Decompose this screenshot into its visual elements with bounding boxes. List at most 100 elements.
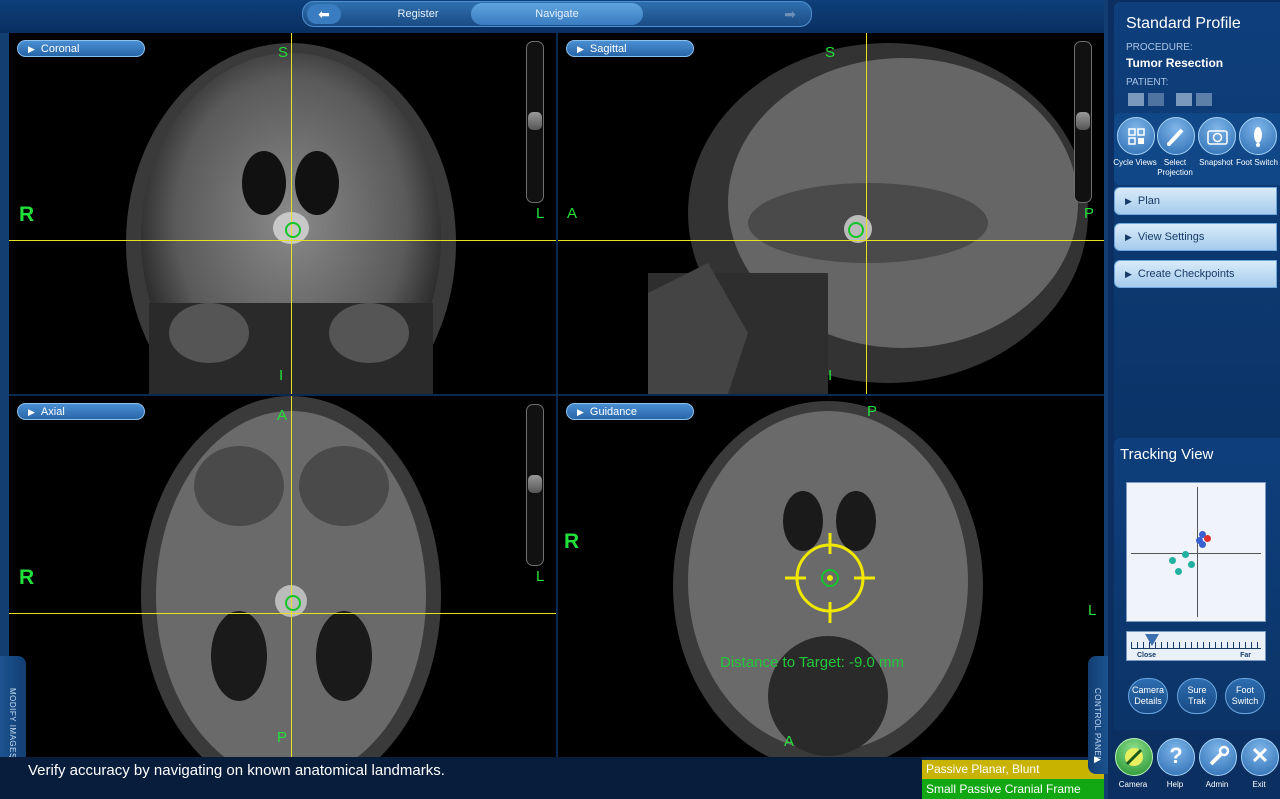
patient-label: PATIENT: [1126, 77, 1169, 88]
snapshot-button[interactable] [1198, 117, 1236, 155]
axial-viewport[interactable]: ▶ Axial A P R L [9, 396, 556, 757]
slice-slider-knob[interactable] [528, 475, 542, 493]
status-bar: Verify accuracy by navigating on known a… [0, 757, 922, 799]
slice-slider[interactable] [526, 41, 544, 203]
reference-frame-status: Small Passive Cranial Frame [922, 779, 1105, 799]
distance-to-target: Distance to Target: -9.0 mm [720, 654, 904, 671]
plan-label: Plan [1137, 195, 1160, 207]
view-settings-accordion[interactable]: ▶ View Settings [1114, 223, 1277, 251]
slice-slider[interactable] [1074, 41, 1092, 203]
pen-icon [1167, 128, 1184, 146]
guidance-view-button[interactable]: ▶ Guidance [566, 403, 694, 420]
scale-close-label: Close [1137, 652, 1157, 659]
profile-section: Standard Profile PROCEDURE: Tumor Resect… [1114, 2, 1280, 438]
marker-dot [1204, 535, 1211, 542]
top-nav-bar: ⬅ Register Navigate ➡ [0, 0, 1105, 33]
play-triangle-icon: ▶ [577, 44, 584, 54]
left-edge-strip [0, 33, 9, 757]
orientation-left: R [564, 530, 580, 553]
sure-trak-button[interactable]: Sure Trak [1177, 678, 1217, 714]
orientation-bottom: A [784, 733, 795, 750]
wrench-icon [1209, 745, 1230, 766]
orientation-right: L [536, 568, 545, 585]
marker-dot [1169, 557, 1176, 564]
control-panel-label: CONTROL PANEL [1093, 688, 1102, 762]
admin-button[interactable] [1199, 738, 1237, 776]
status-message: Verify accuracy by navigating on known a… [28, 762, 445, 779]
orientation-left: A [567, 205, 578, 222]
control-panel-tab[interactable]: CONTROL PANEL ▶ [1088, 656, 1108, 774]
view-settings-label: View Settings [1137, 231, 1205, 243]
select-projection-button[interactable] [1157, 117, 1195, 155]
plan-accordion[interactable]: ▶ Plan [1114, 187, 1277, 215]
create-checkpoints-label: Create Checkpoints [1137, 268, 1235, 280]
exit-label: Exit [1252, 780, 1266, 789]
foot-switch-tracking-button[interactable]: Foot Switch [1225, 678, 1265, 714]
coronal-view-button[interactable]: ▶ Coronal [17, 40, 145, 57]
camera-button[interactable] [1115, 738, 1153, 776]
camera-details-button[interactable]: Camera Details [1128, 678, 1168, 714]
guidance-viewport[interactable]: ▶ Guidance P A R L Distance to Target: -9… [558, 396, 1105, 757]
tracking-view-panel: Tracking View Close Far Camera Details S… [1114, 438, 1280, 730]
tracking-axis-h [1131, 553, 1261, 554]
play-triangle-icon: ▶ [1125, 269, 1132, 279]
exit-button[interactable]: ✕ [1241, 738, 1279, 776]
foot-switch-label: Foot Switch [1236, 158, 1278, 167]
target-marker [848, 222, 864, 238]
cycle-views-icon [1128, 128, 1145, 145]
orientation-left: R [19, 203, 35, 226]
crosshair-vertical [291, 396, 292, 757]
sagittal-viewport[interactable]: ▶ Sagittal S I A P [558, 33, 1105, 394]
marker-dot [1199, 541, 1206, 548]
marker-dot [1182, 551, 1189, 558]
forward-arrow-icon[interactable]: ➡ [773, 4, 807, 24]
crosshair-horizontal [558, 240, 1105, 241]
expand-arrow-icon: ▶ [1094, 754, 1101, 764]
marker-dot [1188, 561, 1195, 568]
crosshair-horizontal [9, 613, 556, 614]
play-triangle-icon: ▶ [577, 407, 584, 417]
slice-slider[interactable] [526, 404, 544, 566]
patient-name-redacted [1196, 93, 1212, 106]
coronal-label: Coronal [40, 43, 80, 55]
orientation-top: P [867, 403, 878, 420]
target-marker [285, 595, 301, 611]
play-triangle-icon: ▶ [1125, 196, 1132, 206]
profile-title: Standard Profile [1126, 15, 1241, 32]
camera-label: Camera [1118, 780, 1148, 789]
tracking-axis-v [1197, 487, 1198, 617]
patient-name-redacted [1176, 93, 1192, 106]
admin-label: Admin [1205, 780, 1229, 789]
cycle-views-button[interactable] [1117, 117, 1155, 155]
orientation-right: P [1084, 205, 1095, 222]
sagittal-label: Sagittal [589, 43, 627, 55]
patient-name-redacted [1128, 93, 1144, 106]
target-marker [285, 222, 301, 238]
coronal-mri-image [126, 43, 456, 394]
guidance-mri-image [673, 401, 983, 757]
tracking-title: Tracking View [1120, 446, 1214, 463]
crosshair-horizontal [9, 240, 556, 241]
help-button[interactable]: ? [1157, 738, 1195, 776]
select-projection-label: Select Projection [1157, 158, 1193, 177]
orientation-left: R [19, 566, 35, 589]
foot-icon [1254, 127, 1262, 147]
camera-tool-icon [1125, 748, 1143, 766]
distance-scale: Close Far [1126, 631, 1266, 661]
back-arrow-icon[interactable]: ⬅ [307, 4, 341, 24]
foot-switch-button[interactable] [1239, 117, 1277, 155]
orientation-top: S [278, 44, 289, 61]
axial-view-button[interactable]: ▶ Axial [17, 403, 145, 420]
coronal-viewport[interactable]: ▶ Coronal S I R L [9, 33, 556, 394]
scale-far-label: Far [1240, 652, 1251, 659]
sagittal-view-button[interactable]: ▶ Sagittal [566, 40, 694, 57]
orientation-right: L [1088, 602, 1097, 619]
slice-slider-knob[interactable] [528, 112, 542, 130]
orientation-top: A [277, 407, 288, 424]
axial-label: Axial [40, 406, 65, 418]
slice-slider-knob[interactable] [1076, 112, 1090, 130]
tab-navigate[interactable]: Navigate [471, 3, 643, 25]
camera-icon [1207, 130, 1228, 145]
axial-mri-image [141, 396, 441, 757]
create-checkpoints-accordion[interactable]: ▶ Create Checkpoints [1114, 260, 1277, 288]
